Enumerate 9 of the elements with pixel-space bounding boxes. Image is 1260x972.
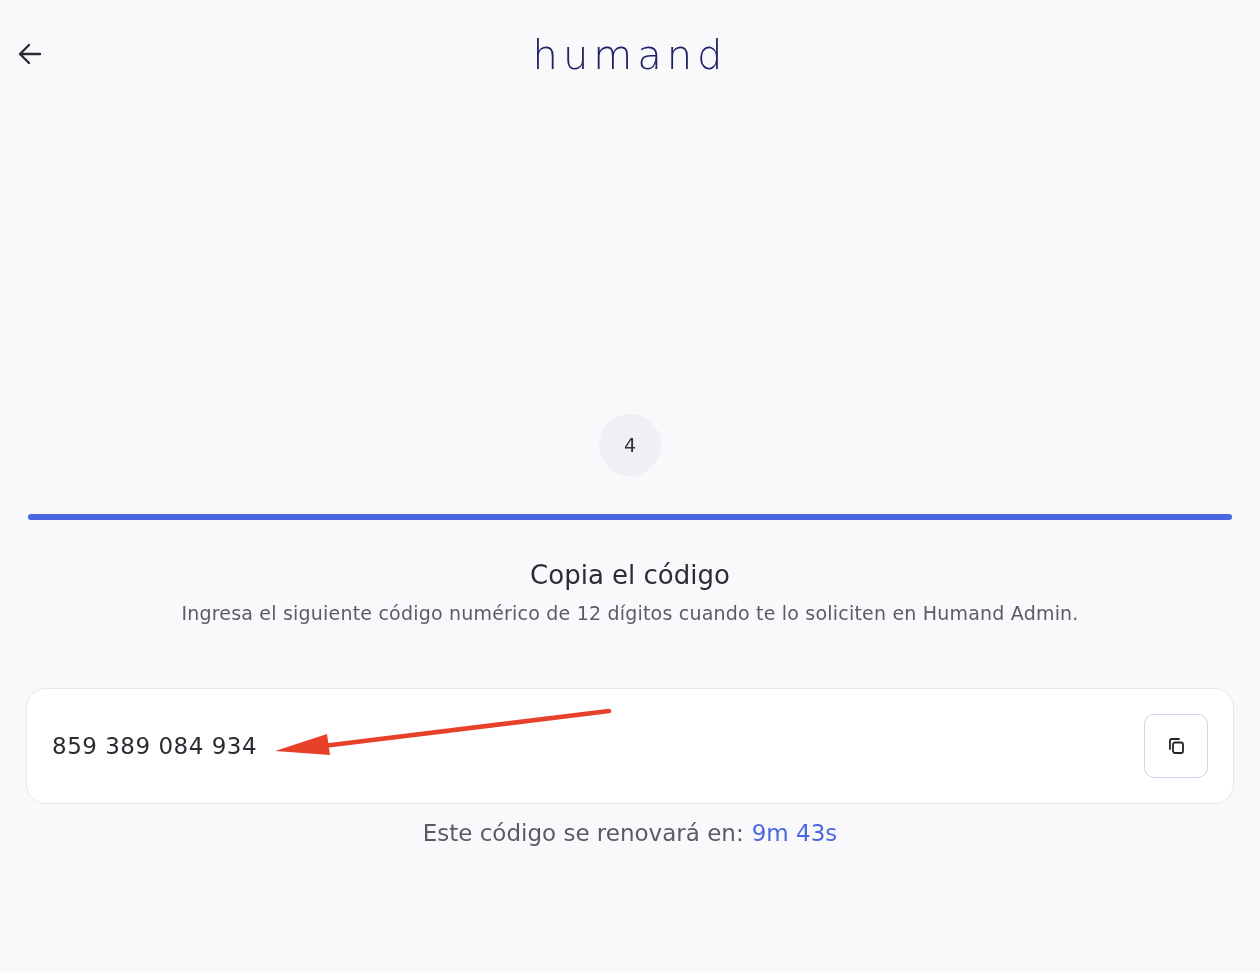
timer-label: Este código se renovará en: [422,820,744,846]
title: Copia el código [530,560,730,590]
timer-value: 9m 43s [751,820,838,846]
description: Ingresa el siguiente código numérico de 12 dígitos cuando te lo soliciten en Humand Admin. [181,602,1079,624]
code-value: 859 389 084 934 [52,733,258,759]
back-arrow-icon [16,42,44,66]
copy-button[interactable] [1144,714,1208,778]
logo: humand [532,32,728,78]
step-number: 4 [599,414,661,476]
